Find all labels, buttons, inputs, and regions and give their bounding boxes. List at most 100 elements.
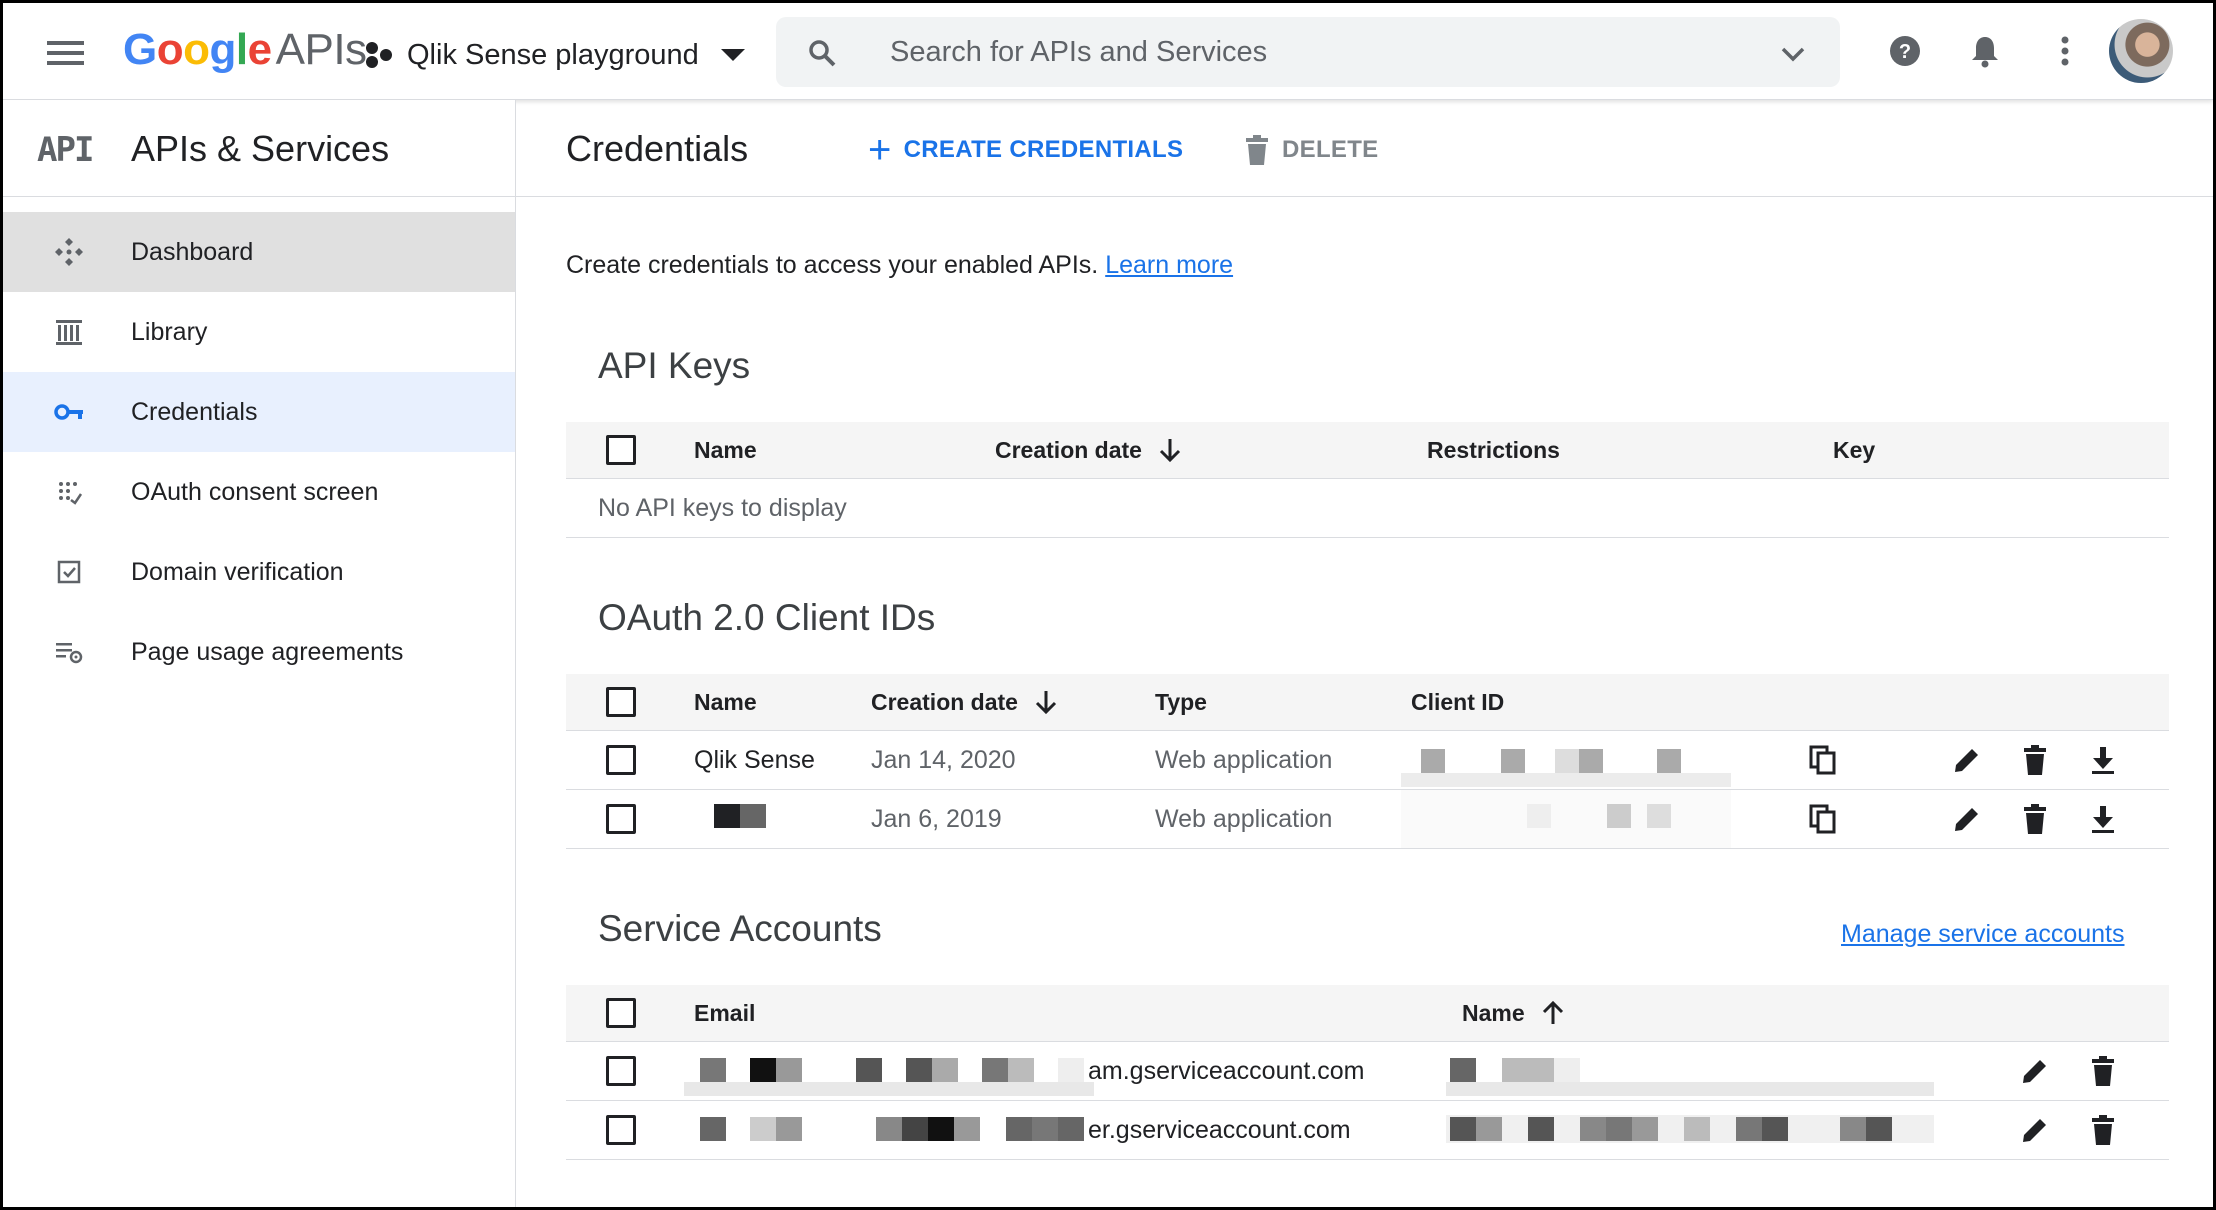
sidebar-item-label: Library <box>131 317 208 346</box>
intro-text: Create credentials to access your enable… <box>566 251 1233 280</box>
hamburger-menu-icon[interactable] <box>47 39 87 67</box>
arrow-down-icon <box>1159 439 1181 463</box>
table-empty-row: No API keys to display <box>566 479 2169 538</box>
pencil-icon[interactable] <box>1951 803 1983 835</box>
trash-icon[interactable] <box>2087 1114 2119 1146</box>
sidebar-item-credentials[interactable]: Credentials <box>3 372 515 452</box>
pencil-icon[interactable] <box>2019 1114 2051 1146</box>
more-vert-icon[interactable] <box>2047 33 2083 69</box>
sidebar-item-label: OAuth consent screen <box>131 477 379 506</box>
service-accounts-table: Email Name am.gserviceaccount.com er.gse… <box>566 985 2169 1160</box>
column-header[interactable]: Client ID <box>1411 674 1504 730</box>
sidebar-item-page-usage[interactable]: Page usage agreements <box>3 612 515 692</box>
table-header: Name Creation date Type Client ID <box>566 674 2169 731</box>
table-row[interactable]: er.gserviceaccount.com <box>566 1101 2169 1160</box>
sidebar-item-label: Domain verification <box>131 557 344 586</box>
pencil-icon[interactable] <box>2019 1055 2051 1087</box>
redacted-client-id <box>1401 749 1731 789</box>
table-header: Name Creation date Restrictions Key <box>566 422 2169 479</box>
pencil-icon[interactable] <box>1951 744 1983 776</box>
sidebar-item-label: Credentials <box>131 397 258 426</box>
search-bar[interactable] <box>776 17 1840 87</box>
google-apis-logo[interactable]: GoogleAPIs <box>123 25 367 75</box>
consent-icon <box>59 482 83 505</box>
copy-icon[interactable] <box>1807 744 1839 776</box>
column-header[interactable]: Name <box>694 422 757 478</box>
client-type: Web application <box>1155 804 1333 833</box>
row-checkbox[interactable] <box>606 745 636 775</box>
api-keys-table: Name Creation date Restrictions Key No A… <box>566 422 2169 538</box>
delete-label: DELETE <box>1282 136 1379 163</box>
checkbox-icon <box>57 560 81 584</box>
redacted-client-name <box>676 804 766 846</box>
key-icon <box>54 404 83 420</box>
column-header[interactable]: Name <box>694 674 757 730</box>
plus-icon: + <box>868 128 892 172</box>
copy-icon[interactable] <box>1807 803 1839 835</box>
column-header-sorted[interactable]: Name <box>1462 985 1567 1041</box>
select-all-checkbox[interactable] <box>606 998 636 1028</box>
manage-service-accounts-link[interactable]: Manage service accounts <box>1841 920 2124 949</box>
oauth-title: OAuth 2.0 Client IDs <box>598 597 936 638</box>
download-icon[interactable] <box>2087 744 2119 776</box>
bell-icon[interactable] <box>1967 33 2003 69</box>
trash-icon[interactable] <box>2087 1055 2119 1087</box>
logo-apis-text: APIs <box>275 25 367 74</box>
row-checkbox[interactable] <box>606 1056 636 1086</box>
column-header[interactable]: Restrictions <box>1427 422 1560 478</box>
client-type: Web application <box>1155 745 1333 774</box>
help-icon[interactable]: ? <box>1887 33 1923 69</box>
column-header[interactable]: Email <box>694 985 755 1041</box>
redacted-name <box>1446 1115 1934 1145</box>
empty-message: No API keys to display <box>598 493 847 522</box>
trash-icon[interactable] <box>2019 744 2051 776</box>
sidebar: API APIs & Services Dashboard Library Cr… <box>3 100 516 1207</box>
search-icon[interactable] <box>806 37 838 69</box>
trash-icon <box>1246 135 1268 165</box>
select-all-checkbox[interactable] <box>606 687 636 717</box>
creation-date: Jan 14, 2020 <box>871 745 1016 774</box>
arrow-down-icon <box>1035 691 1057 715</box>
sidebar-item-oauth-consent[interactable]: OAuth consent screen <box>3 452 515 532</box>
sidebar-item-dashboard[interactable]: Dashboard <box>3 212 515 292</box>
sidebar-item-library[interactable]: Library <box>3 292 515 372</box>
api-logo-icon: API <box>37 130 94 170</box>
service-accounts-title: Service Accounts <box>598 908 882 949</box>
row-checkbox[interactable] <box>606 804 636 834</box>
client-name[interactable]: Qlik Sense <box>694 731 815 789</box>
download-icon[interactable] <box>2087 803 2119 835</box>
column-header[interactable]: Type <box>1155 674 1207 730</box>
table-row[interactable]: Qlik Sense Jan 14, 2020 Web application <box>566 731 2169 790</box>
project-name: Qlik Sense playground <box>407 38 699 71</box>
search-input[interactable] <box>888 29 1692 75</box>
oauth-table: Name Creation date Type Client ID Qlik S… <box>566 674 2169 849</box>
select-all-checkbox[interactable] <box>606 435 636 465</box>
column-header-label: Creation date <box>995 436 1142 463</box>
chevron-down-icon[interactable] <box>1778 39 1808 69</box>
sidebar-nav: Dashboard Library Credentials OAuth cons… <box>3 212 515 692</box>
library-icon <box>56 320 82 345</box>
column-header-label: Creation date <box>871 688 1018 715</box>
redacted-name <box>1446 1058 1934 1098</box>
column-header-sorted[interactable]: Creation date <box>871 674 1060 730</box>
api-keys-title: API Keys <box>598 345 751 386</box>
avatar[interactable] <box>2109 19 2173 83</box>
create-credentials-label: CREATE CREDENTIALS <box>903 136 1184 163</box>
table-row[interactable]: am.gserviceaccount.com <box>566 1042 2169 1101</box>
column-header[interactable]: Key <box>1833 422 1875 478</box>
service-account-email: am.gserviceaccount.com <box>1088 1056 1365 1085</box>
svg-text:?: ? <box>1899 41 1911 63</box>
table-row[interactable]: Jan 6, 2019 Web application <box>566 790 2169 849</box>
column-header-sorted[interactable]: Creation date <box>995 422 1184 478</box>
delete-button[interactable]: DELETE <box>1244 130 1378 170</box>
trash-icon[interactable] <box>2019 803 2051 835</box>
sidebar-item-domain-verification[interactable]: Domain verification <box>3 532 515 612</box>
project-selector[interactable]: Qlik Sense playground <box>363 33 745 77</box>
learn-more-link[interactable]: Learn more <box>1105 251 1233 279</box>
column-header-label: Name <box>1462 999 1525 1026</box>
intro-sentence: Create credentials to access your enable… <box>566 251 1099 279</box>
row-checkbox[interactable] <box>606 1115 636 1145</box>
create-credentials-button[interactable]: + CREATE CREDENTIALS <box>868 130 1183 170</box>
sidebar-title: APIs & Services <box>131 128 390 169</box>
page-title: Credentials <box>566 128 749 169</box>
